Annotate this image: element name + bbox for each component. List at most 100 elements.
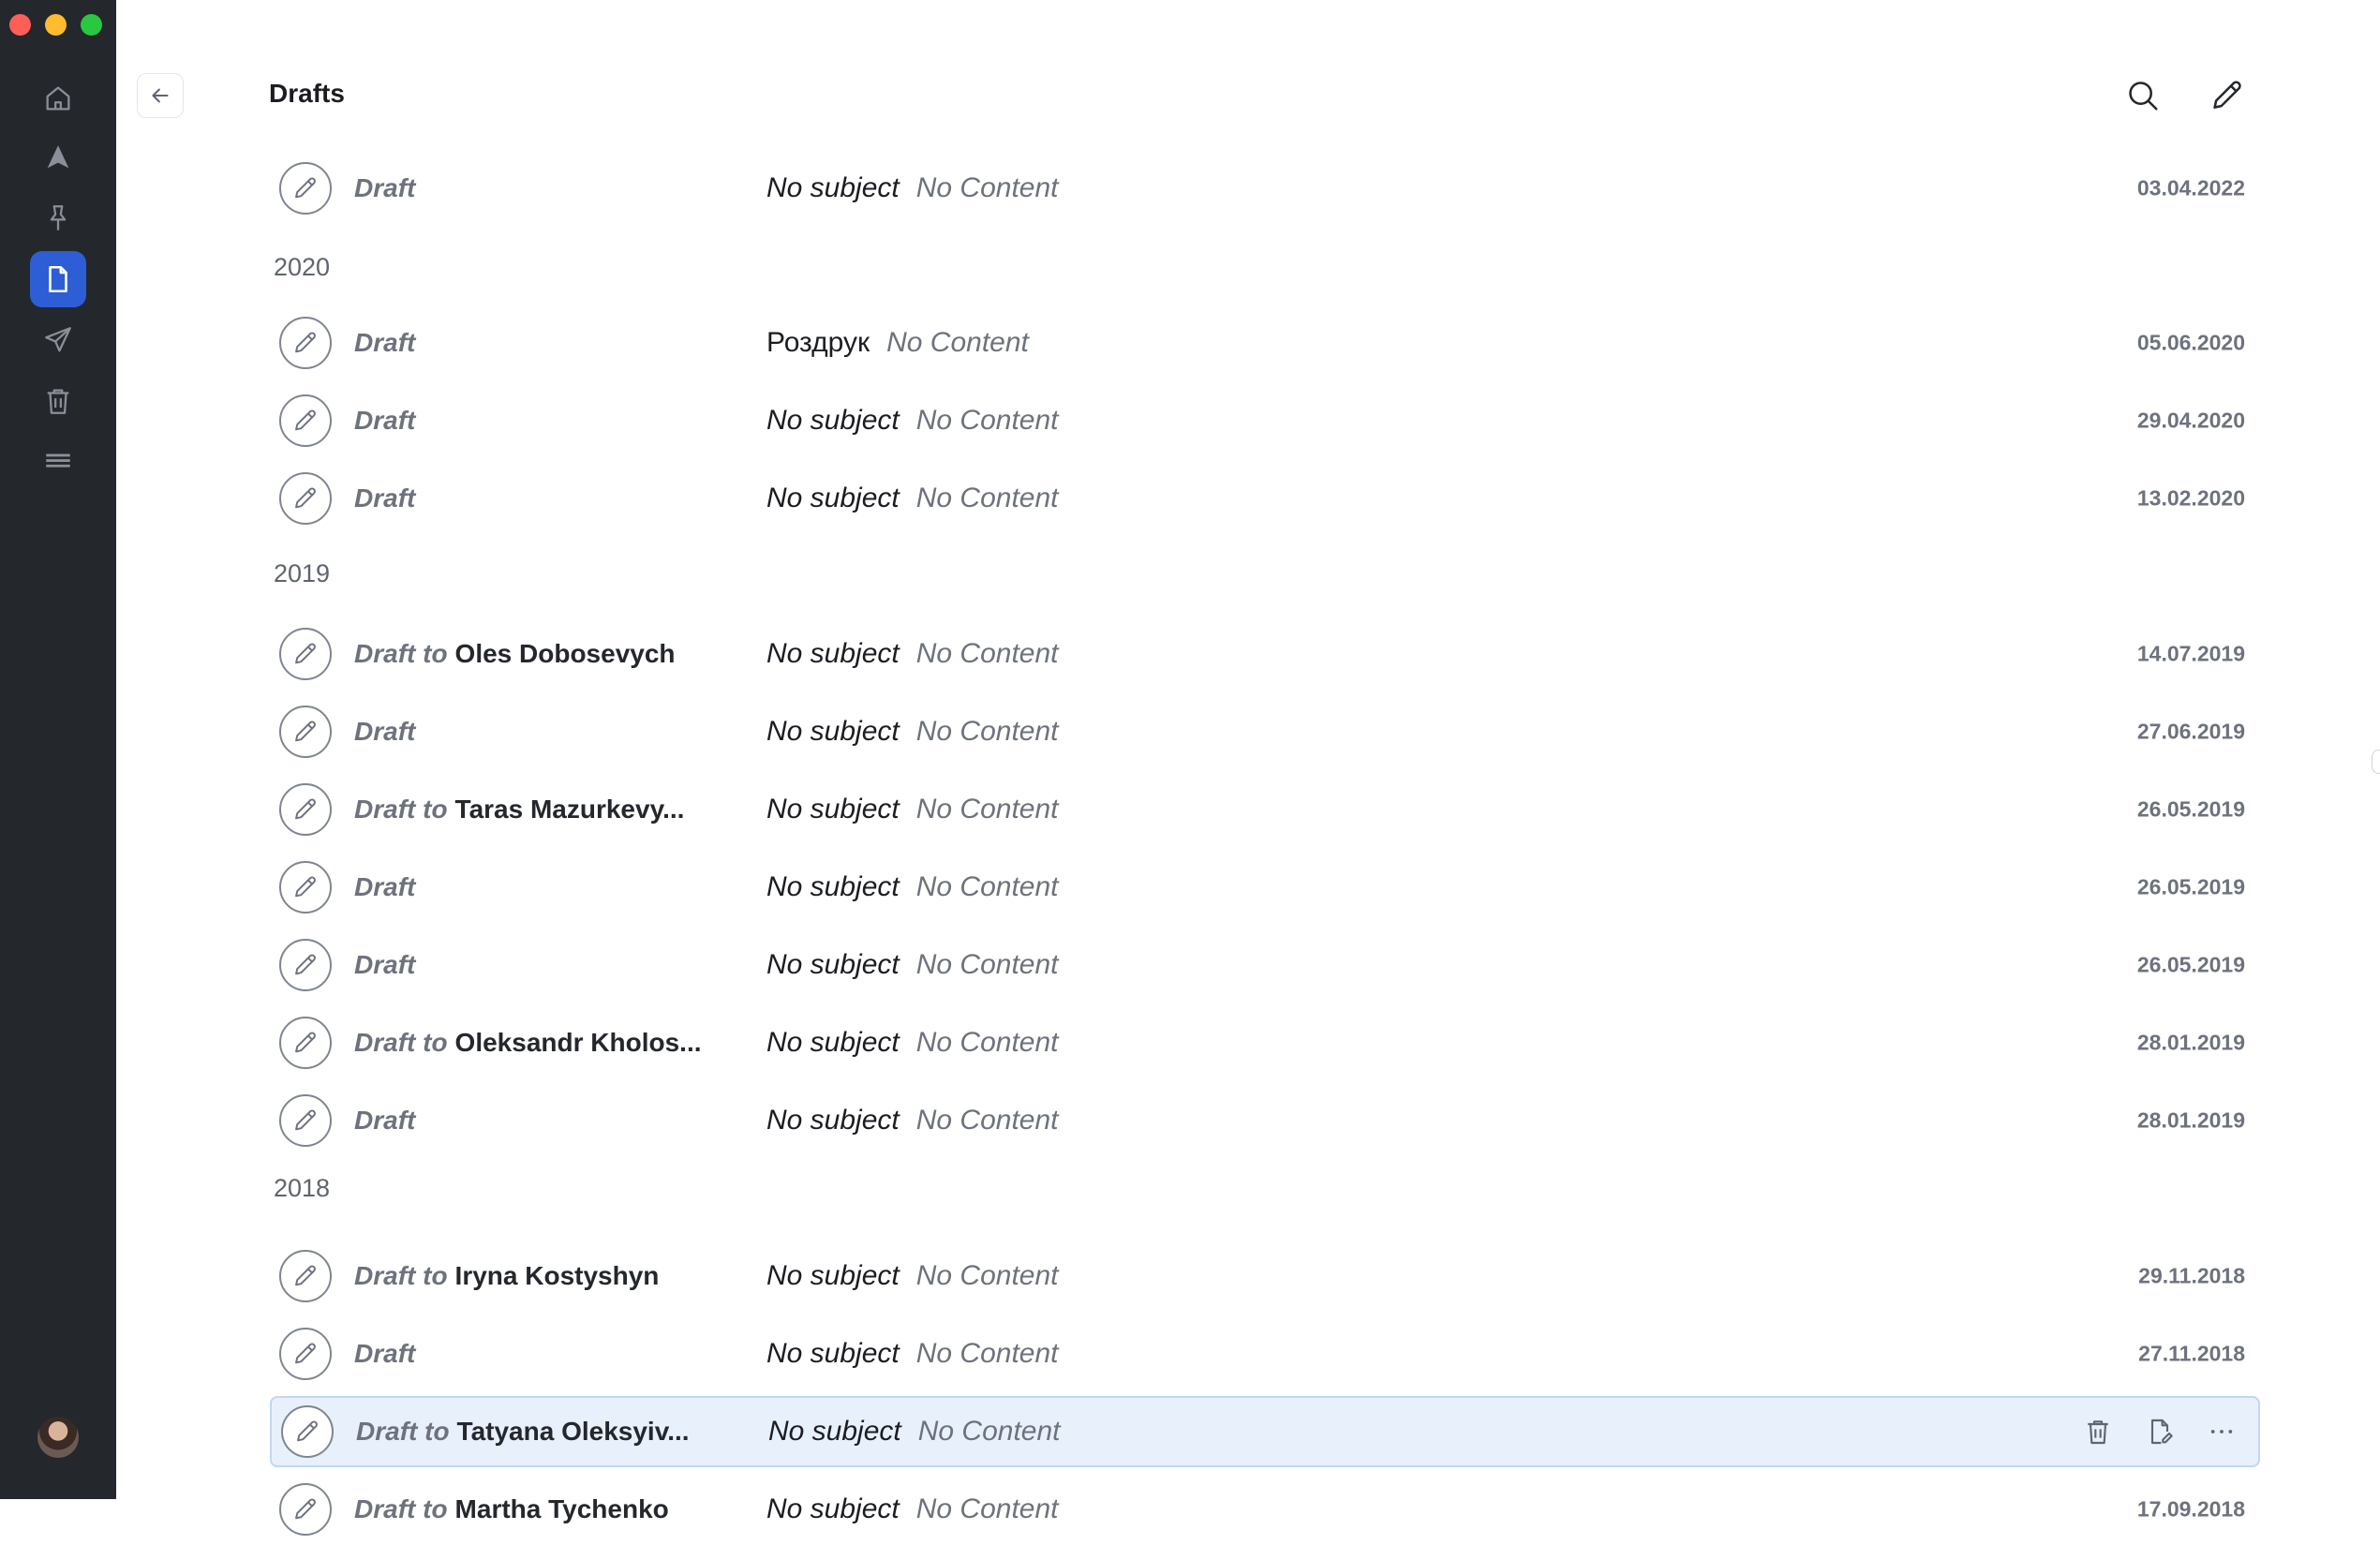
year-heading: 2020 <box>274 253 331 281</box>
draft-date: 29.04.2020 <box>2136 408 2245 433</box>
content-preview: No Content <box>915 405 1059 436</box>
draft-recipient: Draft to Taras Mazurkevy... <box>354 795 684 824</box>
draft-subject-line: No subject No Content <box>766 1105 1059 1136</box>
pen-icon <box>295 954 316 975</box>
draft-date: 03.04.2022 <box>2136 175 2245 201</box>
drafts-list: 2020 2019 2018 Draft No subject No Content 03.… <box>0 0 2380 1536</box>
pen-icon <box>295 1032 316 1053</box>
draft-avatar <box>279 1250 332 1302</box>
content-preview: No Content <box>915 172 1059 203</box>
more-options-button[interactable] <box>2204 1414 2239 1449</box>
draft-avatar <box>279 783 332 836</box>
draft-date: 27.06.2019 <box>2136 719 2245 744</box>
subject-text: No subject <box>766 1027 900 1058</box>
recipient-name: Taras Mazurkevy... <box>454 795 685 824</box>
draft-label: Draft to <box>354 1028 448 1057</box>
draft-avatar <box>279 628 332 680</box>
pen-icon <box>297 1420 318 1442</box>
subject-text: No subject <box>766 1338 900 1369</box>
draft-subject-line: No subject No Content <box>766 405 1059 437</box>
draft-row[interactable]: Draft No subject No Content 13.02.2020 <box>270 463 2260 534</box>
draft-recipient: Draft <box>354 173 415 203</box>
draft-label: Draft <box>354 717 416 746</box>
pen-icon <box>295 1109 316 1131</box>
recipient-name: Oleksandr Kholos... <box>454 1028 702 1057</box>
draft-label: Draft to <box>356 1417 450 1446</box>
edit-draft-button[interactable] <box>2142 1414 2178 1449</box>
pen-icon <box>295 643 316 664</box>
draft-label: Draft to <box>354 639 448 668</box>
content-preview: No Content <box>917 1416 1061 1447</box>
draft-date: 28.01.2019 <box>2136 1030 2245 1055</box>
content-preview: No Content <box>915 1105 1059 1136</box>
edit-document-icon <box>2150 1419 2173 1445</box>
draft-recipient: Draft to Tatyana Oleksyiv... <box>356 1417 690 1447</box>
draft-row[interactable]: Draft No subject No Content 27.11.2018 <box>270 1318 2260 1389</box>
draft-recipient: Draft <box>354 950 415 980</box>
subject-text: No subject <box>766 483 900 513</box>
draft-avatar <box>279 861 332 914</box>
draft-row[interactable]: Draft No subject No Content 28.01.2019 <box>270 1085 2260 1156</box>
draft-row[interactable]: Draft No subject No Content 26.05.2019 <box>270 929 2260 1001</box>
content-preview: No Content <box>915 638 1059 669</box>
draft-row[interactable]: Draft to Iryna Kostyshyn No subject No Cont… <box>270 1240 2260 1312</box>
subject-text: No subject <box>766 405 900 436</box>
delete-draft-button[interactable] <box>2080 1414 2116 1449</box>
subject-text: No subject <box>766 949 900 980</box>
draft-recipient: Draft <box>354 1339 415 1369</box>
pen-icon <box>295 798 316 820</box>
draft-date: 26.05.2019 <box>2136 796 2245 822</box>
content-preview: No Content <box>915 1027 1059 1058</box>
draft-recipient: Draft to Oles Dobosevych <box>354 639 676 669</box>
draft-row[interactable]: Draft No subject No Content 29.04.2020 <box>270 385 2260 456</box>
draft-subject-line: No subject No Content <box>766 172 1059 204</box>
draft-date: 26.05.2019 <box>2136 952 2245 977</box>
content-preview: No Content <box>915 483 1059 513</box>
pen-icon <box>295 177 316 199</box>
draft-label: Draft <box>354 173 416 202</box>
year-heading: 2018 <box>274 1174 331 1202</box>
draft-avatar <box>281 1405 334 1458</box>
draft-recipient: Draft to Oleksandr Kholos... <box>354 1028 702 1058</box>
draft-date: 26.05.2019 <box>2136 874 2245 899</box>
draft-row[interactable]: Draft to Martha Tychenko No subject No Cont… <box>270 1474 2260 1545</box>
trash-icon <box>2088 1420 2108 1445</box>
pen-icon <box>295 1343 316 1364</box>
draft-avatar <box>279 1094 332 1147</box>
draft-label: Draft <box>354 872 416 901</box>
draft-recipient: Draft <box>354 483 415 513</box>
draft-avatar <box>279 1328 332 1380</box>
draft-row[interactable]: Draft to Oles Dobosevych No subject No Cont… <box>270 618 2260 690</box>
draft-avatar <box>279 394 332 447</box>
recipient-name: Oles Dobosevych <box>454 639 676 668</box>
draft-subject-line: No subject No Content <box>766 794 1059 825</box>
draft-row[interactable]: Draft to Tatyana Oleksyiv... No subject No … <box>270 1396 2260 1467</box>
draft-row[interactable]: Draft to Oleksandr Kholos... No subject No … <box>270 1007 2260 1078</box>
draft-subject-line: No subject No Content <box>766 1338 1059 1370</box>
draft-recipient: Draft <box>354 1106 415 1136</box>
pen-icon <box>295 332 316 353</box>
draft-row[interactable]: Draft No subject No Content 27.06.2019 <box>270 696 2260 767</box>
draft-recipient: Draft <box>354 328 415 358</box>
subject-text: No subject <box>766 716 900 747</box>
draft-row[interactable]: Draft to Taras Mazurkevy... No subject No C… <box>270 774 2260 845</box>
draft-subject-line: No subject No Content <box>766 949 1059 981</box>
content-preview: No Content <box>915 871 1059 902</box>
draft-avatar <box>279 939 332 991</box>
draft-date: 05.06.2020 <box>2136 330 2245 355</box>
subject-text: No subject <box>766 871 900 902</box>
draft-label: Draft <box>354 328 416 357</box>
draft-subject-line: No subject No Content <box>766 1493 1059 1525</box>
draft-date: 29.11.2018 <box>2138 1263 2245 1288</box>
draft-row[interactable]: Draft Роздрук No Content 05.06.2020 <box>270 307 2260 379</box>
draft-row[interactable]: Draft No subject No Content 26.05.2019 <box>270 852 2260 923</box>
draft-avatar <box>279 162 332 215</box>
subject-text: No subject <box>766 1260 900 1291</box>
draft-label: Draft <box>354 1339 416 1368</box>
content-preview: No Content <box>915 716 1059 747</box>
more-icon <box>2210 1430 2233 1434</box>
draft-row[interactable]: Draft No subject No Content 03.04.2022 <box>270 153 2260 224</box>
draft-label: Draft <box>354 1106 416 1135</box>
draft-avatar <box>279 1483 332 1536</box>
draft-recipient: Draft <box>354 406 415 436</box>
